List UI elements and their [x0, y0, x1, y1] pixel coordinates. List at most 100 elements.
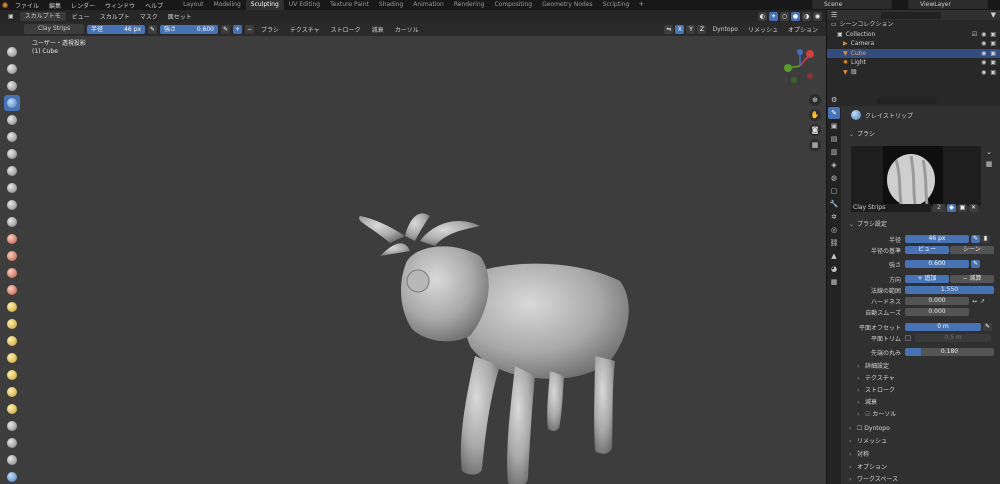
symmetry-icon[interactable]: ⇋ — [664, 24, 674, 34]
camera-view-icon[interactable]: ◙ — [809, 124, 821, 136]
falloff-section-header[interactable]: › 減衰 — [843, 398, 1000, 408]
normal-radius-value[interactable]: 1.550 — [905, 286, 994, 294]
plane-offset-value[interactable]: 0 m — [905, 323, 981, 331]
advanced-section-header[interactable]: › 詳細設定 — [843, 362, 1000, 372]
data-tab-icon[interactable]: ▲ — [828, 250, 840, 262]
filter-icon[interactable]: ▼ — [991, 11, 1000, 19]
tool-flatten[interactable] — [4, 214, 20, 230]
camera-icon[interactable]: ▣ — [990, 68, 996, 78]
perspective-grid-icon[interactable]: ▦ — [809, 139, 821, 151]
menu-file[interactable]: ファイル — [10, 1, 44, 10]
tool-clay[interactable] — [4, 78, 20, 94]
view-layer-selector[interactable]: ViewLayer — [908, 0, 988, 9]
brush-users-count[interactable]: 2 — [933, 204, 945, 212]
radius-value[interactable]: 46 px — [905, 235, 969, 243]
strength-value[interactable]: 0.600 — [905, 260, 969, 268]
scene-tab-icon[interactable]: ◈ — [828, 159, 840, 171]
brush-grid-icon[interactable]: ▦ — [984, 160, 994, 170]
tool-draw[interactable] — [4, 44, 20, 60]
tab-texture-paint[interactable]: Texture Paint — [325, 0, 374, 10]
menu-sculpt[interactable]: スカルプト — [96, 12, 134, 21]
checkbox-icon[interactable]: ☑ — [972, 30, 977, 40]
add-workspace-button[interactable]: + — [634, 0, 648, 10]
menu-render[interactable]: レンダー — [66, 1, 100, 10]
particles-tab-icon[interactable]: ✲ — [828, 211, 840, 223]
menu-help[interactable]: ヘルプ — [140, 1, 168, 10]
solid-shading-icon[interactable]: ● — [791, 11, 800, 21]
axis-z-button[interactable]: Z — [697, 24, 707, 34]
tool-snake-hook[interactable] — [4, 333, 20, 349]
physics-tab-icon[interactable]: ◎ — [828, 224, 840, 236]
autosmooth-value[interactable]: 0.000 — [905, 308, 969, 316]
plane-offset-pressure-icon[interactable]: ✎ — [983, 323, 992, 331]
tab-uv-editing[interactable]: UV Editing — [284, 0, 325, 10]
view-layer-tab-icon[interactable]: ▥ — [828, 146, 840, 158]
radius-pressure-icon[interactable]: ✎ — [148, 24, 157, 34]
tool-grab[interactable] — [4, 299, 20, 315]
tool-clay-strips[interactable] — [4, 95, 20, 111]
fake-user-shield-icon[interactable]: ◆ — [947, 204, 956, 212]
direction-add-icon[interactable]: + — [233, 24, 242, 34]
eye-icon[interactable]: ◉ — [981, 39, 986, 49]
zoom-icon[interactable]: ⊕ — [809, 94, 821, 106]
eye-icon[interactable]: ◉ — [981, 68, 986, 78]
gizmo-icon[interactable]: ✦ — [769, 11, 778, 21]
tab-modeling[interactable]: Modeling — [208, 0, 245, 10]
tab-compositing[interactable]: Compositing — [489, 0, 537, 10]
tab-scripting[interactable]: Scripting — [598, 0, 635, 10]
remesh-section-header[interactable]: › リメッシュ — [843, 437, 1000, 447]
eye-icon[interactable]: ◉ — [981, 49, 986, 59]
pan-hand-icon[interactable]: ✋ — [809, 109, 821, 121]
outliner-editor-icon[interactable]: ☰ — [831, 11, 837, 19]
menu-cursor[interactable]: カーソル — [391, 25, 423, 34]
tool-smooth[interactable] — [4, 197, 20, 213]
radius-lock-icon[interactable]: ▮ — [981, 235, 990, 243]
strength-pressure-icon[interactable]: ✎ — [221, 24, 230, 34]
hardness-mode-icon[interactable]: ↗ — [980, 298, 985, 305]
stroke-section-header[interactable]: › ストローク — [843, 386, 1000, 396]
tool-thumb[interactable] — [4, 350, 20, 366]
wireframe-shading-icon[interactable]: ○ — [780, 11, 789, 21]
tool-layer[interactable] — [4, 129, 20, 145]
eye-icon[interactable]: ◉ — [981, 58, 986, 68]
unlink-brush-icon[interactable]: ✕ — [969, 204, 978, 212]
tab-animation[interactable]: Animation — [408, 0, 449, 10]
menu-mask[interactable]: マスク — [136, 12, 162, 21]
outliner-item-light[interactable]: ✹ Light ◉ ▣ — [827, 58, 1000, 68]
hardness-invert-icon[interactable]: ↔ — [972, 298, 977, 305]
world-tab-icon[interactable]: ◍ — [828, 172, 840, 184]
radius-pressure-icon[interactable]: ✎ — [971, 235, 980, 243]
constraints-tab-icon[interactable]: ⛓ — [828, 237, 840, 249]
outliner-item-head[interactable]: ▼ 頭 ◉ ▣ — [827, 68, 1000, 78]
outliner-search-input[interactable] — [881, 11, 942, 19]
brush-selector[interactable]: Clay Strips — [24, 24, 84, 34]
render-shading-icon[interactable]: ◉ — [813, 11, 822, 21]
tool-pinch[interactable] — [4, 282, 20, 298]
tab-rendering[interactable]: Rendering — [449, 0, 490, 10]
menu-stroke[interactable]: ストローク — [327, 25, 365, 34]
tab-sculpting[interactable]: Sculpting — [245, 0, 284, 10]
options-section-header[interactable]: › オプション — [843, 463, 1000, 473]
menu-face-sets[interactable]: 面セット — [164, 12, 196, 21]
options-menu[interactable]: オプション — [784, 25, 822, 34]
menu-view[interactable]: ビュー — [68, 12, 94, 21]
properties-editor-icon[interactable]: ⚙ — [831, 96, 837, 104]
tab-geometry-nodes[interactable]: Geometry Nodes — [537, 0, 598, 10]
tool-crease[interactable] — [4, 180, 20, 196]
axis-y-button[interactable]: Y — [686, 24, 696, 34]
tool-inflate[interactable] — [4, 146, 20, 162]
hardness-value[interactable]: 0.000 — [905, 297, 969, 305]
outliner-item-collection[interactable]: ▣ Collection ☑ ◉ ▣ — [827, 30, 1000, 40]
plane-trim-checkbox[interactable] — [905, 335, 911, 341]
cursor-section-header[interactable]: › ☑ カーソル — [843, 410, 1000, 420]
brush-settings-header[interactable]: ⌄ ブラシ設定 — [843, 220, 1000, 230]
dyntopo-section-header[interactable]: › ☐ Dyntopo — [843, 424, 1000, 434]
outliner-item-camera[interactable]: ▶ Camera ◉ ▣ — [827, 39, 1000, 49]
tool-clay-thumb[interactable] — [4, 112, 20, 128]
brush-section-header[interactable]: ⌄ ブラシ — [843, 130, 1000, 140]
material-tab-icon[interactable]: ◕ — [828, 263, 840, 275]
tool-draw-sharp[interactable] — [4, 61, 20, 77]
strength-pressure-icon[interactable]: ✎ — [971, 260, 980, 268]
modifier-tab-icon[interactable]: 🔧 — [828, 198, 840, 210]
brush-name-field[interactable]: Clay Strips — [851, 204, 931, 212]
